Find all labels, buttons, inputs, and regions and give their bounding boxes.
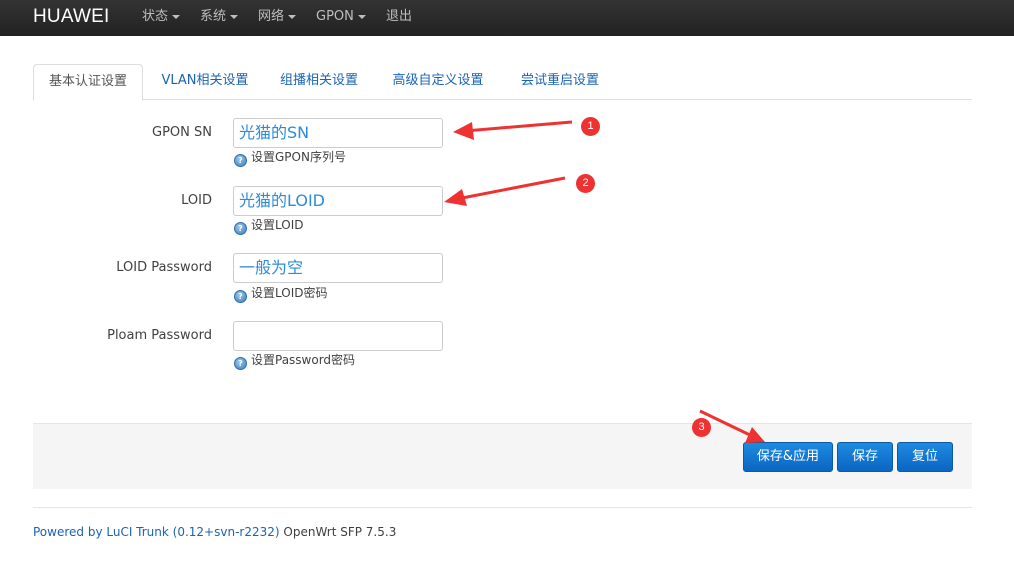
annotation-marker-3: 3 xyxy=(692,418,711,437)
nav-item-network[interactable]: 网络 xyxy=(258,0,297,36)
ploam-password-hint: ? 设置Password密码 xyxy=(234,353,355,370)
gpon-sn-hint: ? 设置GPON序列号 xyxy=(234,150,346,167)
annotation-marker-1: 1 xyxy=(581,117,600,136)
loid-password-hint: ? 设置LOID密码 xyxy=(234,286,327,303)
ploam-password-input[interactable] xyxy=(233,321,443,351)
nav-item-label: 网络 xyxy=(258,9,285,24)
tab-bar: 基本认证设置 VLAN相关设置 组播相关设置 高级自定义设置 尝试重启设置 xyxy=(33,64,972,101)
tab-restart[interactable]: 尝试重启设置 xyxy=(505,64,615,100)
reset-button[interactable]: 复位 xyxy=(897,442,953,472)
arrow-1 xyxy=(453,120,573,140)
help-icon: ? xyxy=(234,222,247,235)
loid-input[interactable]: 光猫的LOID xyxy=(233,186,443,216)
nav-item-label: GPON xyxy=(316,9,354,24)
arrow-2 xyxy=(444,176,566,206)
nav-item-logout[interactable]: 退出 xyxy=(386,0,412,36)
hint-text: 设置LOID密码 xyxy=(251,286,328,300)
nav-item-label: 退出 xyxy=(386,9,413,24)
hint-text: 设置Password密码 xyxy=(251,353,356,367)
nav-item-label: 状态 xyxy=(142,9,169,24)
hint-text: 设置GPON序列号 xyxy=(251,150,346,164)
firmware-version: OpenWrt SFP 7.5.3 xyxy=(283,525,397,539)
nav-item-label: 系统 xyxy=(200,9,227,24)
gpon-sn-label: GPON SN xyxy=(152,125,212,140)
tab-advanced[interactable]: 高级自定义设置 xyxy=(379,64,497,100)
loid-label: LOID xyxy=(181,193,212,208)
tab-vlan[interactable]: VLAN相关设置 xyxy=(149,64,261,100)
help-icon: ? xyxy=(234,290,247,303)
luci-link[interactable]: Powered by LuCI Trunk (0.12+svn-r2232) xyxy=(33,525,280,539)
footer: Powered by LuCI Trunk (0.12+svn-r2232) O… xyxy=(33,525,396,539)
hint-text: 设置LOID xyxy=(251,218,304,232)
form-actions-bar: 保存&应用 保存 复位 xyxy=(33,423,972,489)
help-icon: ? xyxy=(234,154,247,167)
save-apply-button[interactable]: 保存&应用 xyxy=(743,442,833,472)
caret-down-icon xyxy=(172,14,181,19)
nav-item-system[interactable]: 系统 xyxy=(200,0,239,36)
loid-password-label: LOID Password xyxy=(116,260,212,275)
help-icon: ? xyxy=(234,357,247,370)
tab-multicast[interactable]: 组播相关设置 xyxy=(269,64,369,100)
loid-password-input[interactable]: 一般为空 xyxy=(233,253,443,283)
ploam-password-label: Ploam Password xyxy=(107,328,212,343)
brand-logo[interactable]: HUAWEI xyxy=(33,0,110,36)
caret-down-icon xyxy=(288,14,297,19)
caret-down-icon xyxy=(357,14,366,19)
nav-item-gpon[interactable]: GPON xyxy=(316,0,366,36)
nav-item-status[interactable]: 状态 xyxy=(142,0,181,36)
loid-hint: ? 设置LOID xyxy=(234,218,303,235)
annotation-marker-2: 2 xyxy=(576,174,595,193)
tab-basic-auth[interactable]: 基本认证设置 xyxy=(33,64,143,101)
gpon-sn-input[interactable]: 光猫的SN xyxy=(233,118,443,148)
top-navbar: HUAWEI 状态 系统 网络 GPON 退出 xyxy=(0,0,1014,36)
footer-divider xyxy=(33,507,972,508)
caret-down-icon xyxy=(230,14,239,19)
save-button[interactable]: 保存 xyxy=(837,442,893,472)
